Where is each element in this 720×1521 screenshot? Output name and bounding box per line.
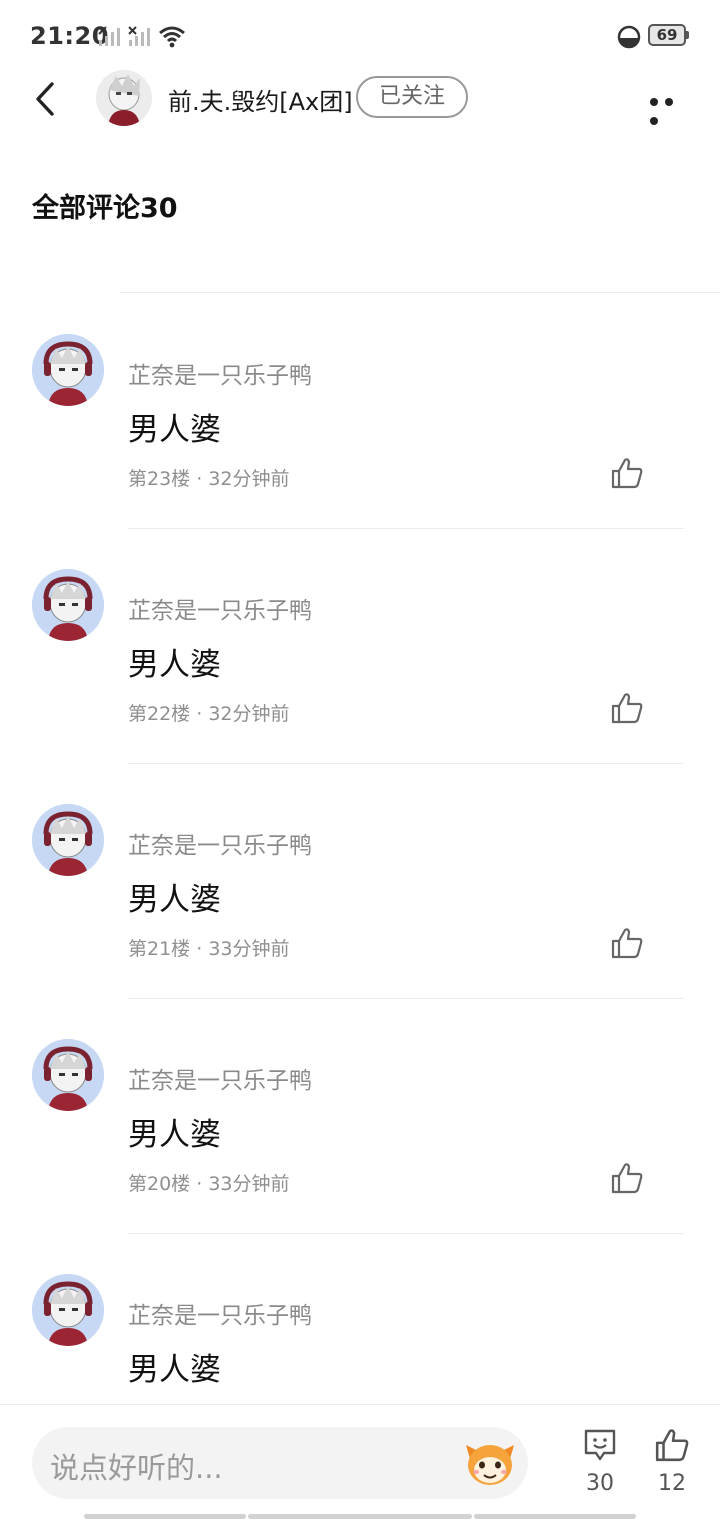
comment-time: 33分钟前	[208, 938, 290, 960]
like-count-button[interactable]: 12	[648, 1427, 696, 1507]
more-icon[interactable]	[650, 91, 694, 125]
post-header: 前.夫.毁约[Ax团] 已关注	[0, 64, 720, 132]
commenter-name[interactable]: 芷奈是一只乐子鸭	[128, 591, 312, 625]
back-icon[interactable]	[30, 80, 60, 118]
comment-count-button[interactable]: 30	[576, 1427, 624, 1507]
bottom-comment-bar: 说点好听的... 30 12	[0, 1404, 720, 1521]
home-indicator	[248, 1514, 472, 1519]
comment-input-placeholder: 说点好听的...	[50, 1451, 223, 1485]
comment-floor: 第21楼	[128, 938, 191, 960]
battery-icon: 69	[648, 24, 686, 46]
like-icon[interactable]	[610, 456, 644, 490]
comment-list: 芷奈是一只乐子鸭 男人婆 第23楼 · 32分钟前 芷奈是一只乐子鸭 男人婆 第…	[0, 294, 720, 1469]
commenter-avatar[interactable]	[32, 1274, 104, 1346]
comment-floor: 第23楼	[128, 468, 191, 490]
comment-meta: 第22楼 · 32分钟前	[128, 703, 290, 725]
wifi-icon	[159, 26, 185, 48]
like-icon	[655, 1429, 689, 1462]
comment-floor: 第20楼	[128, 1173, 191, 1195]
like-icon[interactable]	[610, 1161, 644, 1195]
like-icon[interactable]	[610, 926, 644, 960]
comment-meta: 第23楼 · 32分钟前	[128, 468, 290, 490]
home-indicator	[84, 1514, 246, 1519]
like-count: 12	[658, 1471, 686, 1496]
comment-input[interactable]: 说点好听的...	[32, 1427, 528, 1499]
author-avatar[interactable]	[96, 70, 152, 126]
comment-text: 男人婆	[128, 412, 221, 448]
comment-item: 芷奈是一只乐子鸭 男人婆 第23楼 · 32分钟前	[0, 294, 720, 529]
home-indicator	[474, 1514, 636, 1519]
comment-text: 男人婆	[128, 647, 221, 683]
comment-item: 芷奈是一只乐子鸭 男人婆 第22楼 · 32分钟前	[0, 529, 720, 764]
commenter-name[interactable]: 芷奈是一只乐子鸭	[128, 356, 312, 390]
commenter-name[interactable]: 芷奈是一只乐子鸭	[128, 826, 312, 860]
comment-text: 男人婆	[128, 882, 221, 918]
comment-time: 32分钟前	[208, 703, 290, 725]
section-title: 全部评论30	[32, 193, 178, 224]
commenter-avatar[interactable]	[32, 1039, 104, 1111]
comment-text: 男人婆	[128, 1117, 221, 1153]
status-bar: 21:20 69	[0, 0, 720, 72]
battery-saver-icon	[617, 25, 641, 49]
commenter-avatar[interactable]	[32, 804, 104, 876]
comment-text: 男人婆	[128, 1352, 221, 1388]
commenter-name[interactable]: 芷奈是一只乐子鸭	[128, 1296, 312, 1330]
author-name[interactable]: 前.夫.毁约[Ax团]	[168, 82, 353, 117]
comment-item: 芷奈是一只乐子鸭 男人婆 第21楼 · 33分钟前	[0, 764, 720, 999]
comment-time: 32分钟前	[208, 468, 290, 490]
signal-x-icon	[128, 26, 150, 46]
like-icon[interactable]	[610, 691, 644, 725]
signal-x-icon	[98, 26, 120, 46]
commenter-name[interactable]: 芷奈是一只乐子鸭	[128, 1061, 312, 1095]
commenter-avatar[interactable]	[32, 569, 104, 641]
battery-tip	[686, 31, 689, 39]
comment-icon	[584, 1429, 616, 1461]
emoji-icon[interactable]	[462, 1437, 518, 1489]
commenter-avatar[interactable]	[32, 334, 104, 406]
divider	[120, 292, 720, 293]
comment-meta: 第21楼 · 33分钟前	[128, 938, 290, 960]
comment-floor: 第22楼	[128, 703, 191, 725]
comment-item: 芷奈是一只乐子鸭 男人婆 第20楼 · 33分钟前	[0, 999, 720, 1234]
follow-button[interactable]: 已关注	[356, 76, 468, 118]
comment-time: 33分钟前	[208, 1173, 290, 1195]
comment-count: 30	[586, 1471, 614, 1496]
comment-meta: 第20楼 · 33分钟前	[128, 1173, 290, 1195]
